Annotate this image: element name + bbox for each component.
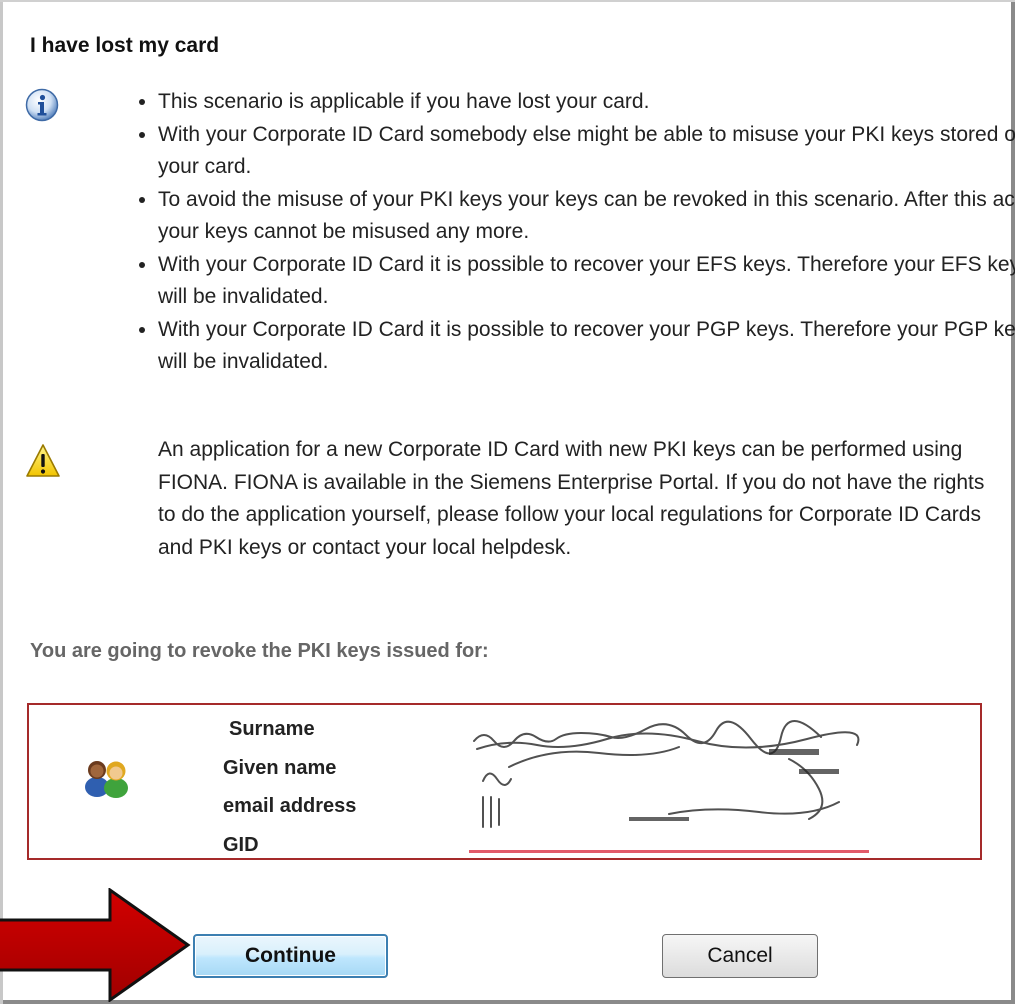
users-icon [85, 761, 128, 798]
bullet-item: With your Corporate ID Card somebody els… [158, 119, 1015, 184]
redacted-user-values [469, 720, 869, 853]
info-icon [25, 88, 59, 122]
scenario-bullet-list: This scenario is applicable if you have … [110, 86, 1015, 379]
warning-message: An application for a new Corporate ID Ca… [158, 438, 985, 559]
bullet-item: With your Corporate ID Card it is possib… [158, 249, 1015, 314]
field-label-email: email address [223, 795, 357, 817]
field-label-surname: Surname [229, 718, 315, 740]
dialog-top-edge [0, 0, 1015, 2]
warning-icon [26, 444, 60, 477]
continue-button[interactable]: Continue [193, 934, 388, 978]
annotation-arrow [0, 888, 191, 1002]
cancel-button[interactable]: Cancel [662, 934, 818, 978]
user-field-labels: Surname Given name email address GID [223, 710, 356, 864]
field-label-gid: GID [223, 833, 259, 856]
dialog-left-edge [0, 0, 3, 1004]
user-info-box: Surname Given name email address GID [27, 703, 982, 860]
bullet-item: To avoid the misuse of your PKI keys you… [158, 184, 1015, 249]
field-label-given-name: Given name [223, 756, 337, 779]
revoke-heading: You are going to revoke the PKI keys iss… [30, 640, 489, 662]
bullet-item: With your Corporate ID Card it is possib… [158, 314, 1015, 379]
bullet-item: This scenario is applicable if you have … [158, 86, 1015, 119]
dialog-title: I have lost my card [30, 34, 220, 57]
